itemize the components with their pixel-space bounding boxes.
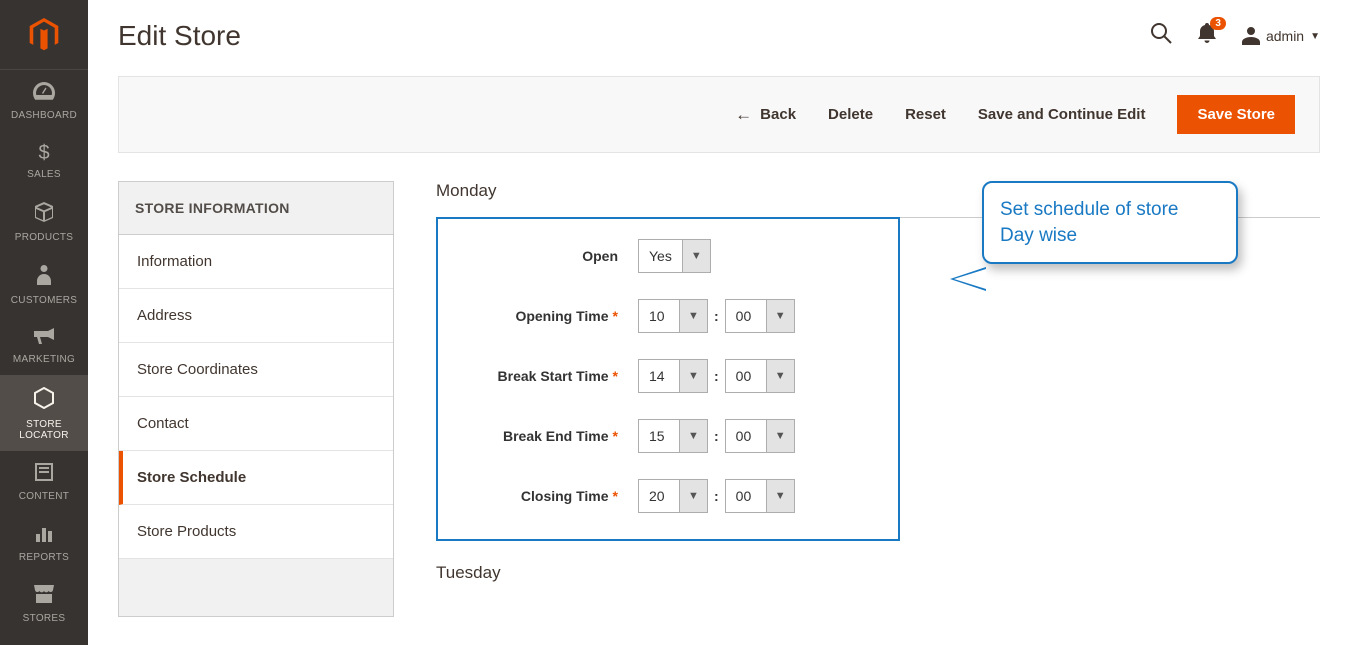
megaphone-icon <box>34 328 54 348</box>
dropdown-icon: ▼ <box>679 360 707 392</box>
closing-minute-select[interactable]: 00 ▼ <box>725 479 795 513</box>
label-closing-time: Closing Time* <box>458 488 628 504</box>
nav-label: SALES <box>27 169 61 180</box>
save-store-button[interactable]: Save Store <box>1177 95 1295 134</box>
dropdown-icon: ▼ <box>679 420 707 452</box>
notifications-icon[interactable]: 3 <box>1198 23 1216 49</box>
page-title: Edit Store <box>118 20 241 52</box>
page-header: Edit Store 3 admin ▼ <box>88 0 1350 76</box>
user-icon <box>1242 27 1260 45</box>
delete-button[interactable]: Delete <box>828 106 873 123</box>
arrow-left-icon: ← <box>735 105 752 125</box>
nav-label: CONTENT <box>19 491 69 502</box>
callout-line2: Day wise <box>1000 223 1220 249</box>
admin-username: admin <box>1266 28 1304 44</box>
nav-content[interactable]: CONTENT <box>0 451 88 512</box>
annotation-callout: Set schedule of store Day wise <box>982 181 1238 264</box>
cube-icon <box>34 202 54 226</box>
caret-down-icon: ▼ <box>1310 31 1320 42</box>
nav-store-locator[interactable]: STORELOCATOR <box>0 375 88 451</box>
nav-label: MARKETING <box>13 354 75 365</box>
day-heading-tuesday: Tuesday <box>436 563 1320 599</box>
dollar-icon: $ <box>38 143 49 163</box>
tab-address[interactable]: Address <box>119 289 393 343</box>
closing-hour-select[interactable]: 20 ▼ <box>638 479 708 513</box>
nav-customers[interactable]: CUSTOMERS <box>0 253 88 316</box>
bar-chart-icon <box>35 524 53 546</box>
break-start-hour-select[interactable]: 14 ▼ <box>638 359 708 393</box>
back-button[interactable]: ← Back <box>735 105 796 125</box>
nav-label: DASHBOARD <box>11 110 77 121</box>
callout-line1: Set schedule of store <box>1000 197 1220 223</box>
nav-label: STORES <box>23 613 66 624</box>
time-separator: : <box>714 368 719 384</box>
nav-reports[interactable]: REPORTS <box>0 512 88 573</box>
tab-store-schedule[interactable]: Store Schedule <box>119 451 393 505</box>
dropdown-icon: ▼ <box>679 300 707 332</box>
dropdown-icon: ▼ <box>766 420 794 452</box>
dropdown-icon: ▼ <box>766 300 794 332</box>
form-area: Monday Open Yes ▼ <box>436 181 1320 617</box>
nav-products[interactable]: PRODUCTS <box>0 190 88 253</box>
label-break-end: Break End Time* <box>458 428 628 444</box>
content-icon <box>35 463 53 485</box>
label-opening-time: Opening Time* <box>458 308 628 324</box>
monday-schedule-box: Open Yes ▼ Opening Time* <box>436 217 900 541</box>
nav-label: CUSTOMERS <box>11 295 77 306</box>
notification-badge: 3 <box>1210 17 1226 30</box>
hexagon-icon <box>34 387 54 413</box>
nav-label: REPORTS <box>19 552 69 563</box>
nav-stores[interactable]: STORES <box>0 573 88 634</box>
person-icon <box>37 265 51 289</box>
tabs-title: STORE INFORMATION <box>119 182 393 235</box>
nav-sales[interactable]: $ SALES <box>0 131 88 190</box>
label-open: Open <box>458 248 628 264</box>
opening-minute-select[interactable]: 00 ▼ <box>725 299 795 333</box>
magento-logo[interactable] <box>0 0 88 70</box>
break-end-minute-select[interactable]: 00 ▼ <box>725 419 795 453</box>
action-bar: ← Back Delete Reset Save and Continue Ed… <box>118 76 1320 153</box>
nav-label: STORELOCATOR <box>19 419 69 441</box>
dropdown-icon: ▼ <box>766 480 794 512</box>
store-icon <box>34 585 54 607</box>
sidebar: DASHBOARD $ SALES PRODUCTS CUSTOMERS MAR… <box>0 0 88 645</box>
search-icon[interactable] <box>1150 22 1172 50</box>
open-value: Yes <box>639 240 682 272</box>
dropdown-icon: ▼ <box>766 360 794 392</box>
nav-marketing[interactable]: MARKETING <box>0 316 88 375</box>
break-end-hour-select[interactable]: 15 ▼ <box>638 419 708 453</box>
tab-contact[interactable]: Contact <box>119 397 393 451</box>
admin-user-menu[interactable]: admin ▼ <box>1242 27 1320 45</box>
time-separator: : <box>714 428 719 444</box>
time-separator: : <box>714 308 719 324</box>
nav-dashboard[interactable]: DASHBOARD <box>0 70 88 131</box>
tabs-panel: STORE INFORMATION Information Address St… <box>118 181 394 617</box>
break-start-minute-select[interactable]: 00 ▼ <box>725 359 795 393</box>
dropdown-icon: ▼ <box>682 240 710 272</box>
label-break-start: Break Start Time* <box>458 368 628 384</box>
open-select[interactable]: Yes ▼ <box>638 239 711 273</box>
tab-store-products[interactable]: Store Products <box>119 505 393 559</box>
nav-label: PRODUCTS <box>15 232 74 243</box>
dashboard-icon <box>33 82 55 104</box>
time-separator: : <box>714 488 719 504</box>
dropdown-icon: ▼ <box>679 480 707 512</box>
reset-button[interactable]: Reset <box>905 106 946 123</box>
opening-hour-select[interactable]: 10 ▼ <box>638 299 708 333</box>
save-continue-button[interactable]: Save and Continue Edit <box>978 106 1146 123</box>
tab-store-coordinates[interactable]: Store Coordinates <box>119 343 393 397</box>
tab-information[interactable]: Information <box>119 235 393 289</box>
